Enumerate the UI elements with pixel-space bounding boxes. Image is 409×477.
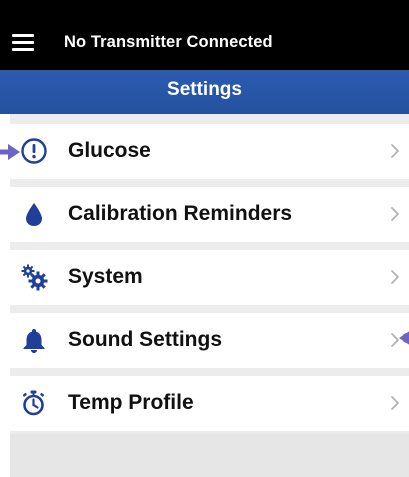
- bell-icon: [23, 329, 45, 353]
- chevron-right-icon: [391, 144, 399, 158]
- settings-item-label: System: [68, 265, 143, 288]
- settings-item-temp-profile[interactable]: Temp Profile: [10, 376, 409, 431]
- settings-item-sound-settings[interactable]: Sound Settings: [10, 313, 409, 368]
- empty-list-area: [10, 434, 409, 477]
- hamburger-menu-icon[interactable]: [12, 34, 34, 52]
- callout-marker-icon: [399, 331, 409, 345]
- chevron-right-icon: [391, 270, 399, 284]
- callout-arrow-icon: [0, 144, 20, 160]
- transmitter-status-text: No Transmitter Connected: [64, 33, 273, 51]
- settings-item-glucose[interactable]: Glucose: [10, 124, 409, 179]
- page-title: Settings: [167, 79, 242, 100]
- settings-item-system[interactable]: System: [10, 250, 409, 305]
- gears-icon: [21, 264, 48, 291]
- drop-icon: [26, 203, 42, 226]
- settings-item-calibration-reminders[interactable]: Calibration Reminders: [10, 187, 409, 242]
- top-status-bar: No Transmitter Connected: [0, 0, 409, 70]
- left-margin: [0, 114, 10, 477]
- stopwatch-icon: [22, 390, 45, 416]
- settings-item-label: Calibration Reminders: [68, 202, 293, 225]
- chevron-right-icon: [391, 396, 399, 410]
- settings-item-label: Temp Profile: [68, 391, 194, 414]
- alert-circle-icon: [21, 138, 47, 164]
- settings-item-label: Glucose: [68, 139, 151, 162]
- settings-item-label: Sound Settings: [68, 328, 222, 351]
- chevron-right-icon: [391, 207, 399, 221]
- header-bar: Settings: [0, 70, 409, 114]
- settings-screen: No Transmitter Connected Settings Glucos…: [0, 0, 409, 477]
